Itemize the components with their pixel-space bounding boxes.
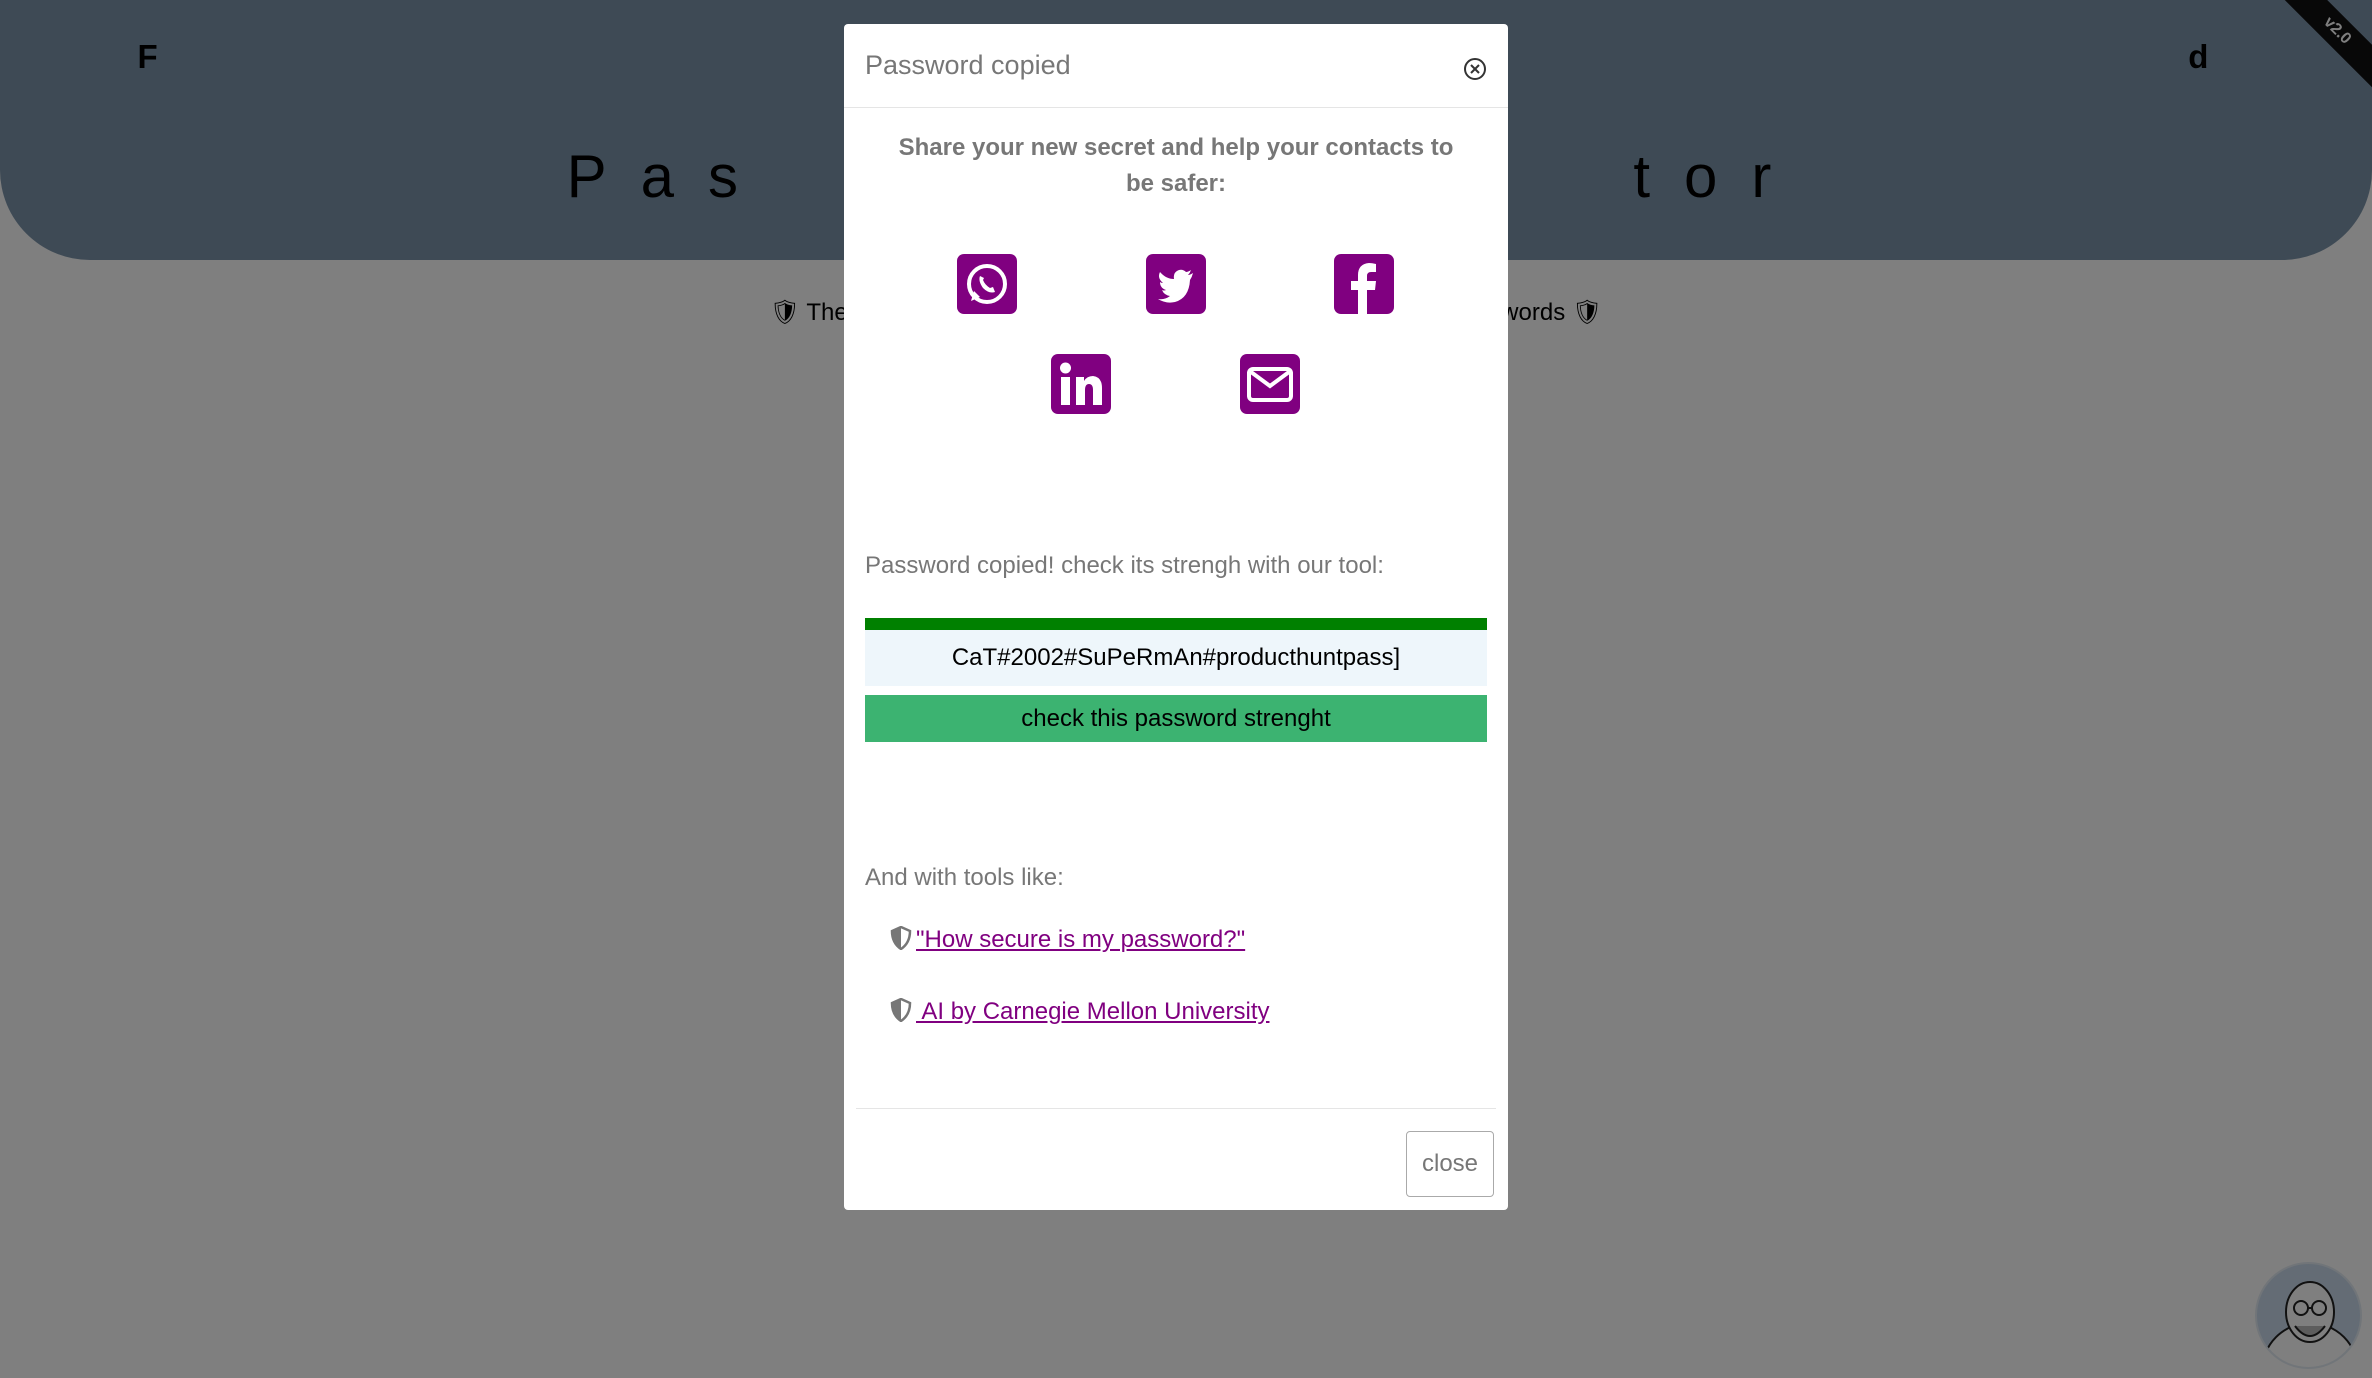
email-icon [1240, 354, 1300, 414]
share-modal: Password copied Share your new secret an… [844, 24, 1508, 1210]
link-cmu-ai[interactable]: AI by Carnegie Mellon University [890, 998, 1269, 1026]
link-how-secure[interactable]: "How secure is my password?" [890, 926, 1245, 954]
modal-header: Password copied [844, 24, 1508, 108]
facebook-share-button[interactable] [1334, 254, 1394, 314]
link-how-secure-label[interactable]: "How secure is my password?" [916, 926, 1245, 953]
check-strength-button[interactable]: check this password strenght [865, 695, 1487, 742]
modal-footer-divider [856, 1108, 1496, 1109]
whatsapp-share-button[interactable] [957, 254, 1017, 314]
shield-icon [890, 998, 912, 1022]
shield-icon [890, 926, 912, 950]
modal-title: Password copied [865, 50, 1071, 80]
whatsapp-icon [957, 254, 1017, 314]
copied-info-text: Password copied! check its strengh with … [865, 552, 1384, 579]
twitter-share-button[interactable] [1146, 254, 1206, 314]
page: F d Pas tor 🛡 The ea words [0, 0, 2372, 1378]
close-icon[interactable] [1460, 54, 1490, 84]
linkedin-icon [1051, 354, 1111, 414]
share-prompt: Share your new secret and help your cont… [898, 134, 1454, 197]
tools-label: And with tools like: [865, 864, 1064, 891]
password-input[interactable] [865, 630, 1487, 686]
email-share-button[interactable] [1240, 354, 1300, 414]
facebook-icon [1334, 254, 1394, 314]
linkedin-share-button[interactable] [1051, 354, 1111, 414]
close-button[interactable]: close [1406, 1131, 1494, 1197]
link-cmu-ai-label[interactable]: AI by Carnegie Mellon University [916, 998, 1269, 1025]
twitter-icon [1146, 254, 1206, 314]
strength-bar [865, 618, 1487, 630]
